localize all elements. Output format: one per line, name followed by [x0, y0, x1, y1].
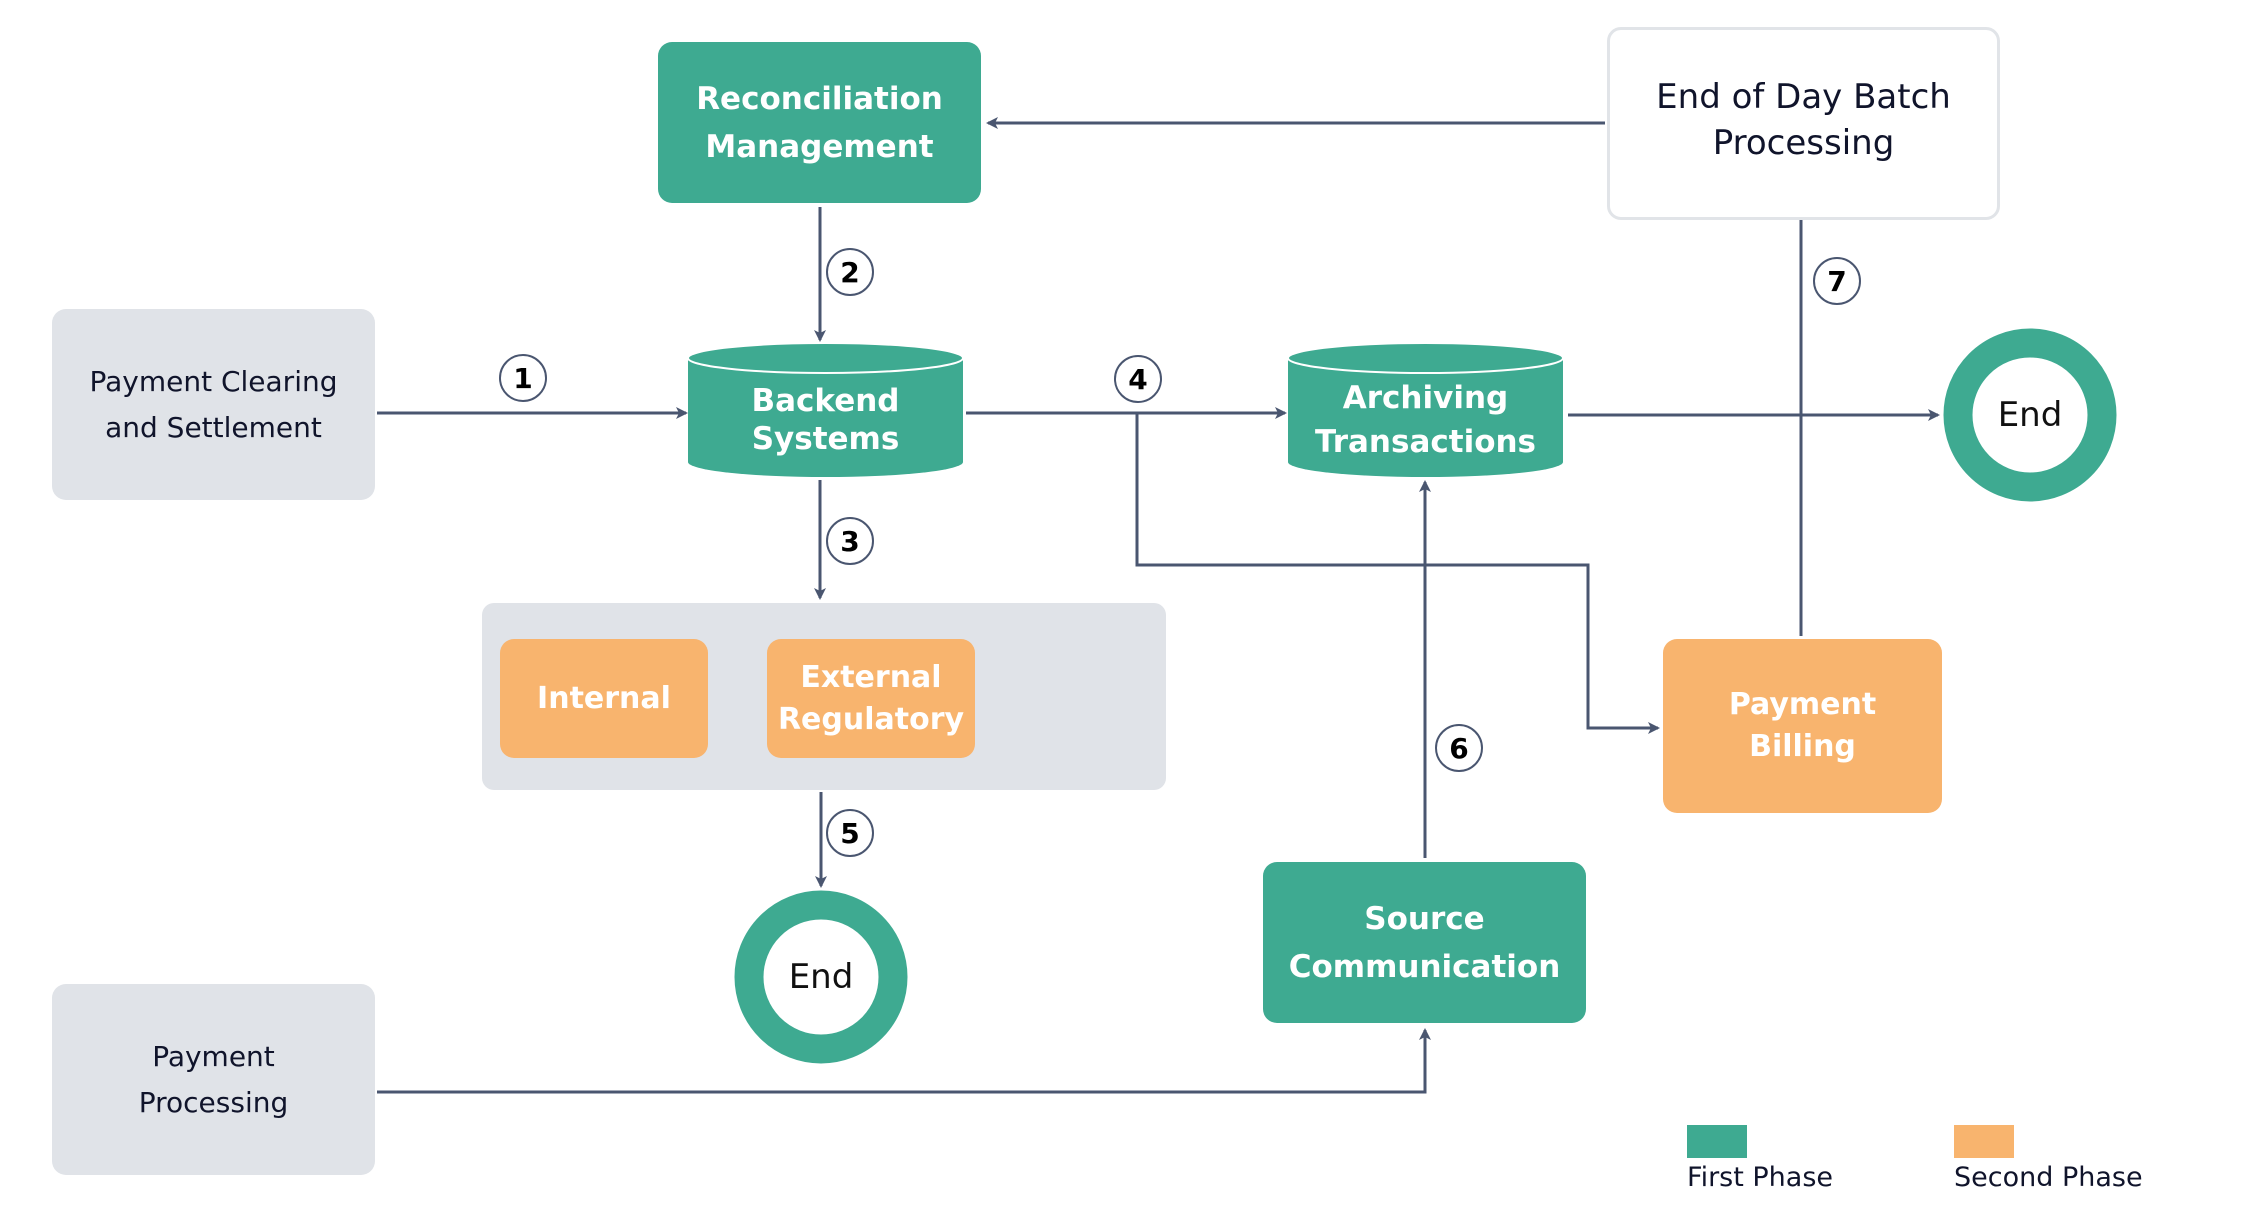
- external-regulatory-label: External Regulatory: [777, 659, 965, 737]
- step-badge-4: 4: [1114, 355, 1162, 403]
- payment-processing-node[interactable]: Payment Processing: [52, 984, 375, 1175]
- step-badge-5: 5: [826, 809, 874, 857]
- archiving-transactions-label: Archiving Transactions: [1314, 380, 1537, 460]
- legend-first-phase-swatch: [1687, 1125, 1747, 1158]
- edge-processing-source: [377, 1028, 1431, 1094]
- legend-first-phase-label: First Phase: [1687, 1162, 1834, 1193]
- payment-clearing-label: Payment Clearing and Settlement: [89, 364, 338, 444]
- step-badge-1: 1: [499, 354, 547, 402]
- source-communication-node[interactable]: Source Communication: [1263, 862, 1586, 1023]
- internal-node[interactable]: Internal: [500, 639, 708, 758]
- payment-clearing-node[interactable]: Payment Clearing and Settlement: [52, 309, 375, 500]
- end-of-day-batch-label: End of Day Batch Processing: [1656, 76, 1951, 163]
- step-badge-6: 6: [1435, 724, 1483, 772]
- reconciliation-management-node[interactable]: Reconciliation Management: [658, 42, 981, 203]
- internal-label: Internal: [537, 680, 671, 716]
- legend-second-phase-label: Second Phase: [1954, 1162, 2143, 1193]
- payment-billing-node[interactable]: Payment Billing: [1663, 639, 1942, 813]
- payment-processing-label: Payment Processing: [138, 1039, 289, 1119]
- end-of-day-batch-node[interactable]: End of Day Batch Processing: [1607, 27, 2000, 220]
- legend-second-phase-swatch: [1954, 1125, 2014, 1158]
- backend-systems-label: Backend Systems: [751, 383, 900, 457]
- reconciliation-management-label: Reconciliation Management: [696, 80, 943, 165]
- payment-billing-label: Payment Billing: [1728, 687, 1877, 764]
- external-regulatory-node[interactable]: External Regulatory: [767, 639, 975, 758]
- step-badge-2: 2: [826, 248, 874, 296]
- end-node-bottom-label: End: [788, 957, 854, 997]
- source-communication-label: Source Communication: [1288, 900, 1561, 985]
- step-badge-3: 3: [826, 517, 874, 565]
- step-badge-7: 7: [1813, 257, 1861, 305]
- end-node-right-label: End: [1997, 395, 2063, 435]
